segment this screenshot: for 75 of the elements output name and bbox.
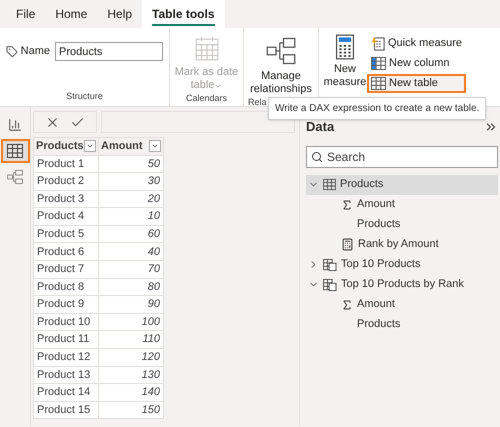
tree-item[interactable]: Top 10 Products [306, 254, 498, 274]
model-view-icon [7, 169, 23, 185]
relationships-icon [266, 36, 296, 66]
column-header[interactable]: Products [34, 138, 98, 155]
table-icon [323, 179, 336, 190]
table-cell: 60 [98, 225, 164, 243]
group-label: Calendars [186, 92, 228, 105]
tree-item[interactable]: Products [306, 214, 498, 234]
table-cell: Product 11 [34, 330, 98, 349]
pane-title: Data [306, 118, 334, 136]
group-label: Structure [66, 90, 103, 102]
calculated-table-icon [323, 258, 337, 270]
table-cell: 70 [98, 260, 164, 278]
calculator-icon [336, 34, 354, 60]
tooltip: Write a DAX expression to create a new table. [268, 97, 486, 120]
table-cell: 110 [98, 330, 164, 349]
sigma-icon [341, 198, 353, 210]
tree-item[interactable]: Products [306, 174, 498, 194]
table-cell: Product 15 [34, 401, 98, 419]
table-cell: 140 [98, 384, 164, 402]
ribbon-tab[interactable]: Home [45, 0, 98, 28]
new-measure-button[interactable]: New measure [325, 34, 365, 89]
column-header[interactable]: Amount [98, 138, 164, 155]
quick-measure-icon [371, 36, 385, 50]
table-cell: Product 8 [34, 278, 98, 296]
table-cell: 10 [98, 208, 164, 226]
ribbon-tab[interactable]: File [6, 0, 46, 28]
table-cell: Product 5 [34, 225, 98, 243]
table-cell: Product 14 [34, 384, 98, 402]
report-view-icon [8, 118, 22, 132]
table-cell: Product 9 [34, 296, 98, 314]
search-icon [311, 150, 323, 162]
table-cell: Product 12 [34, 348, 98, 366]
table-cell: 50 [98, 155, 164, 173]
calculated-table-icon [323, 278, 337, 290]
calculator-icon [341, 238, 354, 251]
view-button[interactable] [0, 139, 30, 163]
table-cell: Product 6 [34, 242, 98, 261]
new-column-icon [371, 57, 386, 70]
ribbon-button[interactable]: New column [367, 54, 466, 73]
name-field[interactable]: Products [55, 42, 163, 61]
table-cell: Product 4 [34, 208, 98, 226]
manage-relationships-button[interactable]: Manage relationships [250, 36, 312, 96]
sigma-icon [341, 298, 353, 310]
table-cell: 90 [98, 296, 164, 314]
tree-item[interactable]: Rank by Amount [306, 234, 498, 254]
tree-item[interactable]: Amount [306, 294, 498, 314]
table-cell: 20 [98, 190, 164, 208]
table-cell: Product 13 [34, 366, 98, 384]
ribbon-button[interactable]: Quick measure [367, 34, 466, 53]
table-cell: 100 [98, 313, 164, 331]
ribbon-tab[interactable]: Table tools [142, 0, 224, 28]
table-cell: Product 1 [34, 155, 98, 173]
ribbon-tab[interactable]: Help [97, 0, 142, 28]
table-cell: Product 3 [34, 190, 98, 208]
table-cell: 120 [98, 348, 164, 366]
tree-item[interactable]: Top 10 Products by Rank [306, 274, 498, 294]
name-label: Name [20, 44, 50, 60]
tree-item[interactable]: Amount [306, 194, 498, 214]
table-cell: 130 [98, 366, 164, 384]
group-label: Rela [248, 96, 267, 109]
tag-icon [6, 45, 18, 58]
tree-item[interactable]: Products [306, 314, 498, 334]
table-cell: 30 [98, 172, 164, 190]
search-field[interactable]: Search [306, 146, 498, 168]
table-view-icon [7, 144, 23, 158]
new-table-icon [371, 77, 386, 90]
ribbon-button[interactable]: New table [367, 74, 466, 93]
table-cell: Product 7 [34, 260, 98, 278]
table-cell: Product 2 [34, 172, 98, 190]
calendar-icon [194, 36, 220, 62]
table-cell: 150 [98, 401, 164, 419]
table-cell: 80 [98, 278, 164, 296]
table-cell: 40 [98, 242, 164, 261]
table-cell: Product 10 [34, 313, 98, 331]
